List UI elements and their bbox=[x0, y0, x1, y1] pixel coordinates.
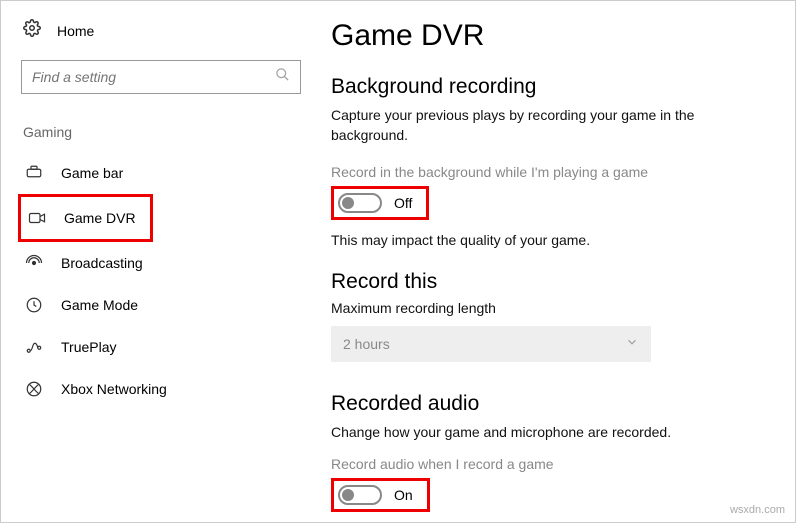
select-value: 2 hours bbox=[343, 336, 390, 352]
page-title: Game DVR bbox=[331, 19, 767, 53]
sidebar-item-trueplay[interactable]: TruePlay bbox=[21, 326, 301, 368]
gamemode-icon bbox=[25, 296, 43, 314]
search-box[interactable] bbox=[21, 60, 301, 94]
sidebar-item-label: TruePlay bbox=[61, 339, 117, 355]
sidebar-item-label: Broadcasting bbox=[61, 255, 143, 271]
sidebar-item-label: Game DVR bbox=[64, 210, 136, 226]
toggle-switch-icon bbox=[338, 193, 382, 213]
impact-note: This may impact the quality of your game… bbox=[331, 232, 767, 248]
home-label: Home bbox=[57, 23, 94, 39]
gear-icon bbox=[23, 19, 41, 42]
main-content: Game DVR Background recording Capture yo… bbox=[321, 1, 795, 522]
chevron-down-icon bbox=[625, 335, 639, 352]
broadcasting-icon bbox=[25, 254, 43, 272]
bg-toggle-state: Off bbox=[394, 195, 412, 211]
watermark: wsxdn.com bbox=[730, 504, 785, 516]
section-record-title: Record this bbox=[331, 270, 767, 294]
audio-toggle[interactable]: On bbox=[331, 478, 430, 512]
sidebar-item-xbox[interactable]: Xbox Networking bbox=[21, 368, 301, 410]
sidebar-item-label: Xbox Networking bbox=[61, 381, 167, 397]
xbox-icon bbox=[25, 380, 43, 398]
home-link[interactable]: Home bbox=[21, 19, 301, 42]
bg-toggle[interactable]: Off bbox=[331, 186, 429, 220]
bg-toggle-label: Record in the background while I'm playi… bbox=[331, 164, 767, 180]
toggle-switch-icon bbox=[338, 485, 382, 505]
sidebar-item-gamemode[interactable]: Game Mode bbox=[21, 284, 301, 326]
audio-toggle-state: On bbox=[394, 487, 413, 503]
sidebar-item-gamedvr[interactable]: Game DVR bbox=[18, 194, 153, 242]
section-audio-desc: Change how your game and microphone are … bbox=[331, 422, 767, 442]
search-icon bbox=[275, 67, 290, 87]
search-input[interactable] bbox=[32, 69, 275, 85]
gamebar-icon bbox=[25, 164, 43, 182]
sidebar-item-gamebar[interactable]: Game bar bbox=[21, 152, 301, 194]
section-bg-title: Background recording bbox=[331, 75, 767, 99]
record-length-select[interactable]: 2 hours bbox=[331, 326, 651, 362]
category-label: Gaming bbox=[21, 124, 301, 140]
gamedvr-icon bbox=[28, 209, 46, 227]
sidebar-item-broadcasting[interactable]: Broadcasting bbox=[21, 242, 301, 284]
section-bg-desc: Capture your previous plays by recording… bbox=[331, 105, 767, 146]
section-audio-title: Recorded audio bbox=[331, 392, 767, 416]
record-length-label: Maximum recording length bbox=[331, 300, 767, 316]
sidebar-item-label: Game Mode bbox=[61, 297, 138, 313]
sidebar: Home Gaming Game bar Game DVR Broa bbox=[1, 1, 321, 522]
trueplay-icon bbox=[25, 338, 43, 356]
sidebar-item-label: Game bar bbox=[61, 165, 123, 181]
audio-toggle-label: Record audio when I record a game bbox=[331, 456, 767, 472]
